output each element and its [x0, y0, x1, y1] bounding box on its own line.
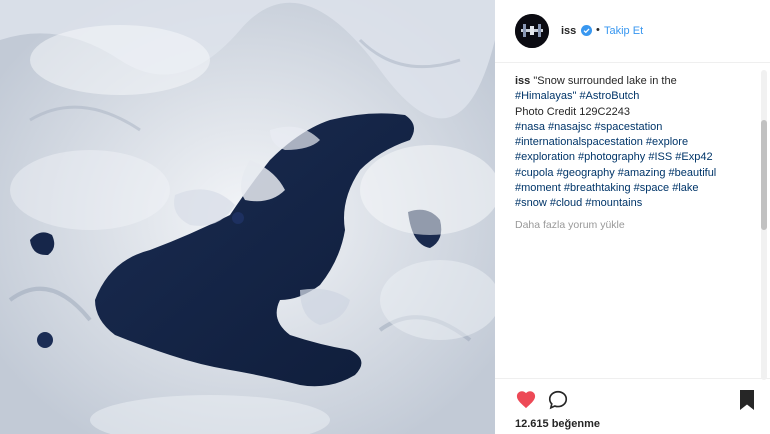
hashtag[interactable]: #lake [672, 182, 698, 194]
username[interactable]: iss [561, 25, 576, 37]
heart-icon[interactable] [515, 389, 537, 409]
hashtag[interactable]: #internationalspacestation [515, 136, 643, 148]
hashtag[interactable]: #nasa [515, 121, 545, 133]
hashtag[interactable]: #Himalayas" [515, 90, 576, 102]
verified-badge-icon [581, 25, 592, 36]
hashtag[interactable]: #geography [557, 167, 615, 179]
likes-count[interactable]: 12.615 beğenme [515, 418, 600, 430]
avatar[interactable] [515, 14, 549, 48]
hashtag[interactable]: #exploration [515, 151, 575, 163]
bookmark-icon[interactable] [738, 389, 756, 411]
comment-icon[interactable] [547, 389, 569, 411]
post-photo[interactable] [0, 0, 495, 434]
separator-dot: • [596, 24, 600, 36]
scrollbar-thumb[interactable] [761, 120, 767, 230]
hashtag[interactable]: #snow [515, 197, 547, 209]
hashtag[interactable]: #Exp42 [675, 151, 712, 163]
caption-username[interactable]: iss [515, 75, 530, 87]
satellite-lake-image [0, 0, 495, 434]
load-more-comments[interactable]: Daha fazla yorum yükle [515, 219, 625, 231]
hashtag[interactable]: #beautiful [669, 167, 717, 179]
iss-logo-icon [515, 14, 549, 48]
post-caption: iss "Snow surrounded lake in the #Himala… [515, 74, 755, 212]
hashtag[interactable]: #ISS [648, 151, 672, 163]
hashtag[interactable]: #photography [578, 151, 645, 163]
hashtag[interactable]: #cupola [515, 167, 554, 179]
post-header: iss • Takip Et [495, 0, 770, 63]
hashtag[interactable]: #cloud [550, 197, 582, 209]
hashtag[interactable]: #breathtaking [564, 182, 631, 194]
scrollbar[interactable] [761, 70, 767, 380]
hashtag[interactable]: #nasajsc [548, 121, 591, 133]
hashtag[interactable]: #AstroButch [579, 90, 639, 102]
hashtag[interactable]: #explore [646, 136, 688, 148]
hashtag[interactable]: #amazing [618, 167, 666, 179]
hashtag[interactable]: #spacestation [595, 121, 663, 133]
hashtag[interactable]: #moment [515, 182, 561, 194]
caption-text: Photo Credit 129C2243 [515, 105, 630, 118]
follow-button[interactable]: Takip Et [604, 25, 643, 37]
divider [495, 378, 770, 379]
hashtag[interactable]: #mountains [585, 197, 642, 209]
caption-text: "Snow surrounded lake in the [530, 75, 677, 87]
hashtag[interactable]: #space [634, 182, 669, 194]
post-panel: iss • Takip Et iss "Snow surrounded lake… [495, 0, 770, 434]
